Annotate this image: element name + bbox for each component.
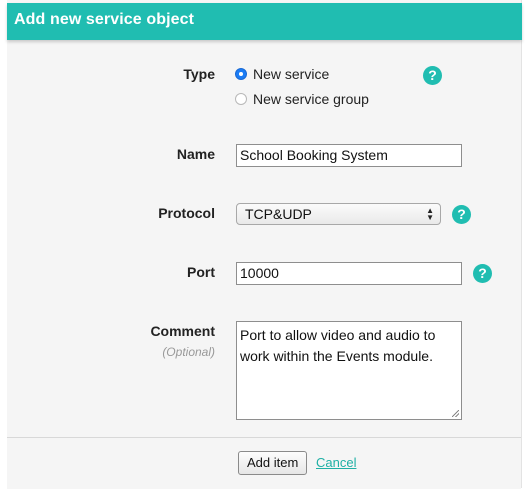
select-arrows-icon: ▲ ▼ (426, 206, 434, 222)
comment-text: Port to allow video and audio to work wi… (240, 327, 436, 364)
radio-new-service-group[interactable]: New service group (235, 91, 369, 107)
port-input[interactable]: 10000 (236, 262, 462, 285)
radio-new-service[interactable]: New service (235, 66, 329, 82)
protocol-select-value: TCP&UDP (245, 206, 312, 222)
radio-new-service-label[interactable]: New service (253, 66, 329, 82)
port-label: Port (187, 264, 215, 280)
name-input[interactable]: School Booking System (236, 144, 462, 167)
port-help-icon[interactable]: ? (473, 264, 492, 283)
comment-textarea[interactable]: Port to allow video and audio to work wi… (236, 321, 462, 420)
type-help-icon[interactable]: ? (423, 66, 442, 85)
type-label: Type (183, 66, 215, 82)
add-service-dialog: Add new service object Type New service … (7, 0, 522, 489)
add-item-button[interactable]: Add item (238, 451, 308, 475)
dialog-footer: Add item Cancel (7, 437, 521, 489)
cancel-link[interactable]: Cancel (316, 455, 356, 470)
radio-new-service-group-label[interactable]: New service group (253, 91, 369, 107)
name-label: Name (176, 146, 215, 162)
comment-optional-hint: (Optional) (162, 345, 215, 359)
radio-unchecked-icon[interactable] (235, 93, 247, 105)
radio-checked-icon[interactable] (235, 68, 247, 80)
protocol-select[interactable]: TCP&UDP ▲ ▼ (236, 203, 441, 225)
dialog-header: Add new service object (7, 3, 522, 40)
dialog-title: Add new service object (14, 11, 195, 28)
comment-label: Comment (150, 323, 215, 339)
resize-grip-icon[interactable] (452, 410, 459, 417)
protocol-label: Protocol (158, 205, 215, 221)
protocol-help-icon[interactable]: ? (452, 205, 471, 224)
